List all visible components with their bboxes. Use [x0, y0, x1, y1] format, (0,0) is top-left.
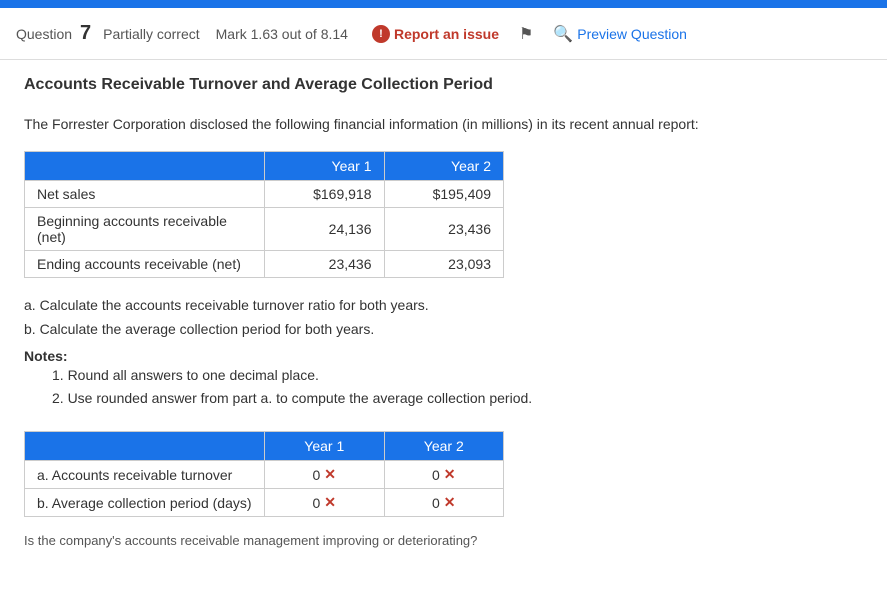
- answer-table: Year 1 Year 2 a. Accounts receivable tur…: [24, 431, 504, 517]
- collection-period-year2-number: 0: [432, 495, 440, 511]
- instruction-b: b. Calculate the average collection peri…: [24, 318, 863, 342]
- ar-turnover-year1-value: 0 ✕: [312, 466, 336, 483]
- instructions: a. Calculate the accounts receivable tur…: [24, 294, 863, 342]
- answer-row-collection-period: b. Average collection period (days) 0 ✕ …: [25, 489, 504, 517]
- ending-ar-year1: 23,436: [265, 251, 385, 278]
- collection-period-year1[interactable]: 0 ✕: [265, 489, 385, 517]
- beginning-ar-year2: 23,436: [384, 208, 504, 251]
- ar-turnover-year2-number: 0: [432, 467, 440, 483]
- bottom-question-text: Is the company's accounts receivable man…: [24, 533, 477, 548]
- preview-question-label: Preview Question: [577, 26, 687, 42]
- table-row: Beginning accounts receivable (net) 24,1…: [25, 208, 504, 251]
- flag-icon[interactable]: ⚑: [519, 24, 533, 44]
- bottom-question: Is the company's accounts receivable man…: [24, 533, 863, 548]
- collection-period-year2-value: 0 ✕: [432, 494, 456, 511]
- question-number: 7: [80, 22, 91, 45]
- answer-row-ar-turnover: a. Accounts receivable turnover 0 ✕ 0 ✕: [25, 461, 504, 489]
- answer-header-year1: Year 1: [265, 432, 385, 461]
- note-2: 2. Use rounded answer from part a. to co…: [52, 387, 863, 411]
- row-label-beginning-ar: Beginning accounts receivable (net): [25, 208, 265, 251]
- report-issue-label: Report an issue: [394, 26, 499, 42]
- ar-turnover-year1[interactable]: 0 ✕: [265, 461, 385, 489]
- collection-period-year1-number: 0: [312, 495, 320, 511]
- ar-turnover-year2[interactable]: 0 ✕: [384, 461, 504, 489]
- collection-period-year2-mark: ✕: [444, 494, 456, 511]
- table-header-year1: Year 1: [265, 152, 385, 181]
- ending-ar-year2: 23,093: [384, 251, 504, 278]
- search-icon: 🔍: [553, 24, 573, 44]
- table-header-empty: [25, 152, 265, 181]
- notes-section: Notes: 1. Round all answers to one decim…: [24, 348, 863, 412]
- notes-title: Notes:: [24, 348, 863, 364]
- question-mark: Mark 1.63 out of 8.14: [216, 26, 348, 42]
- page-title: Accounts Receivable Turnover and Average…: [24, 76, 863, 94]
- table-row: Net sales $169,918 $195,409: [25, 181, 504, 208]
- net-sales-year1: $169,918: [265, 181, 385, 208]
- answer-label-ar-turnover: a. Accounts receivable turnover: [25, 461, 265, 489]
- ar-turnover-year1-number: 0: [312, 467, 320, 483]
- ar-turnover-year1-mark: ✕: [324, 466, 336, 483]
- question-status: Partially correct: [103, 26, 199, 42]
- alert-icon: !: [372, 25, 390, 43]
- preview-question-button[interactable]: 🔍 Preview Question: [553, 24, 687, 44]
- answer-header-empty: [25, 432, 265, 461]
- net-sales-year2: $195,409: [384, 181, 504, 208]
- notes-list: 1. Round all answers to one decimal plac…: [52, 364, 863, 412]
- instruction-a: a. Calculate the accounts receivable tur…: [24, 294, 863, 318]
- table-header-year2: Year 2: [384, 152, 504, 181]
- collection-period-year1-value: 0 ✕: [312, 494, 336, 511]
- ar-turnover-year2-value: 0 ✕: [432, 466, 456, 483]
- row-label-net-sales: Net sales: [25, 181, 265, 208]
- answer-label-collection-period: b. Average collection period (days): [25, 489, 265, 517]
- financial-data-table: Year 1 Year 2 Net sales $169,918 $195,40…: [24, 151, 504, 278]
- top-bar: [0, 0, 887, 8]
- row-label-ending-ar: Ending accounts receivable (net): [25, 251, 265, 278]
- report-issue-button[interactable]: ! Report an issue: [372, 25, 499, 43]
- note-1: 1. Round all answers to one decimal plac…: [52, 364, 863, 388]
- answer-header-year2: Year 2: [384, 432, 504, 461]
- collection-period-year1-mark: ✕: [324, 494, 336, 511]
- collection-period-year2[interactable]: 0 ✕: [384, 489, 504, 517]
- question-header: Question 7 Partially correct Mark 1.63 o…: [0, 8, 887, 60]
- question-description: The Forrester Corporation disclosed the …: [24, 114, 863, 135]
- ar-turnover-year2-mark: ✕: [444, 466, 456, 483]
- beginning-ar-year1: 24,136: [265, 208, 385, 251]
- question-label: Question: [16, 26, 72, 42]
- main-content: Accounts Receivable Turnover and Average…: [0, 60, 887, 564]
- table-row: Ending accounts receivable (net) 23,436 …: [25, 251, 504, 278]
